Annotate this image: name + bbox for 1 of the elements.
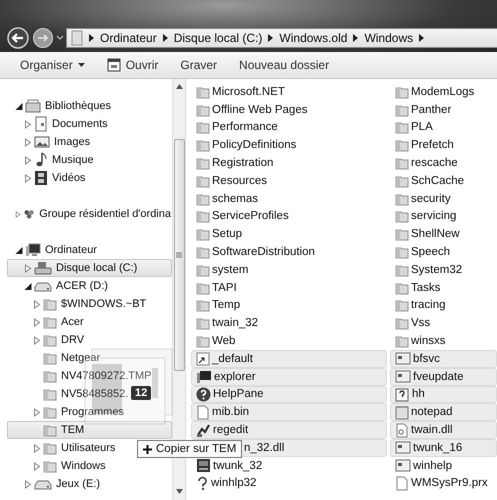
item-count: 12 [131, 386, 152, 400]
